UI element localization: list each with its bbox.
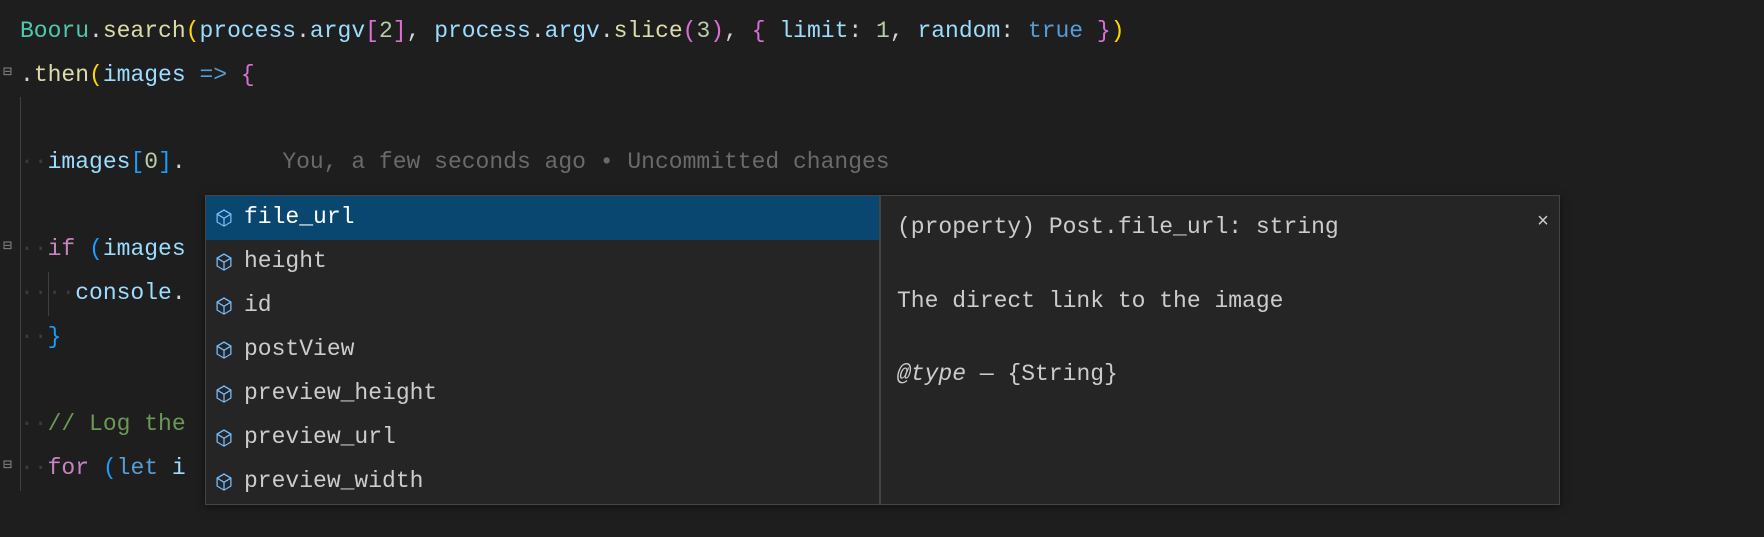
suggestion-label: preview_url <box>244 416 396 460</box>
suggestion-label: id <box>244 284 272 328</box>
token-method: search <box>103 18 186 44</box>
suggestion-label: postView <box>244 328 354 372</box>
suggestion-item[interactable]: preview_width <box>206 460 879 504</box>
close-icon[interactable]: × <box>1537 204 1549 242</box>
doc-description: The direct link to the image <box>897 280 1543 324</box>
suggestion-item[interactable]: preview_url <box>206 416 879 460</box>
fold-icon[interactable]: ⊟ <box>3 59 12 88</box>
documentation-panel: × (property) Post.file_url: string The d… <box>880 195 1560 505</box>
suggestion-item[interactable]: postView <box>206 328 879 372</box>
field-icon <box>214 208 234 228</box>
fold-icon[interactable]: ⊟ <box>3 452 12 481</box>
suggestion-label: height <box>244 240 327 284</box>
field-icon <box>214 340 234 360</box>
field-icon <box>214 472 234 492</box>
gitlens-annotation: You, a few seconds ago • Uncommitted cha… <box>282 149 889 175</box>
suggestions-list[interactable]: file_urlheightidpostViewpreview_heightpr… <box>205 195 880 505</box>
suggestion-label: preview_width <box>244 460 423 504</box>
suggestion-item[interactable]: file_url <box>206 196 879 240</box>
code-line[interactable] <box>0 97 1764 141</box>
code-line[interactable]: ⊟.then(images => { <box>0 54 1764 98</box>
token-class: Booru <box>20 18 89 44</box>
autocomplete-popup: file_urlheightidpostViewpreview_heightpr… <box>205 195 1560 505</box>
suggestion-label: file_url <box>244 196 354 240</box>
code-line[interactable]: Booru.search(process.argv[2], process.ar… <box>0 10 1764 54</box>
suggestion-item[interactable]: preview_height <box>206 372 879 416</box>
suggestion-item[interactable]: height <box>206 240 879 284</box>
suggestion-label: preview_height <box>244 372 437 416</box>
fold-icon[interactable]: ⊟ <box>3 233 12 262</box>
field-icon <box>214 384 234 404</box>
doc-tag: @type — {String} <box>897 353 1543 397</box>
field-icon <box>214 252 234 272</box>
code-line[interactable]: ··images[0]. You, a few seconds ago • Un… <box>0 141 1764 185</box>
doc-signature: (property) Post.file_url: string <box>897 206 1543 250</box>
suggestion-item[interactable]: id <box>206 284 879 328</box>
field-icon <box>214 428 234 448</box>
field-icon <box>214 296 234 316</box>
